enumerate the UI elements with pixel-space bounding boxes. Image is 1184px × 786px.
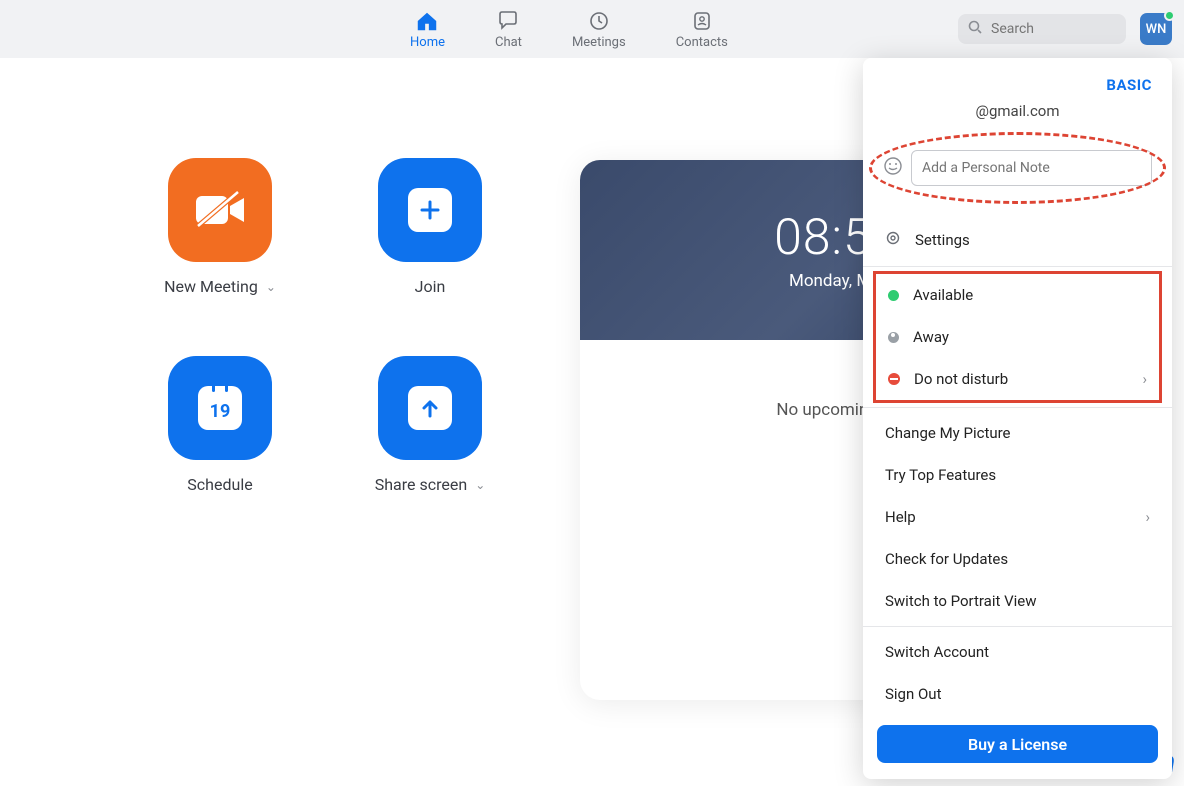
menu-check-updates[interactable]: Check for Updates xyxy=(863,538,1172,580)
tile-label: Join xyxy=(415,277,446,296)
menu-label: Try Top Features xyxy=(885,466,996,484)
menu-help[interactable]: Help › xyxy=(863,496,1172,538)
nav-tab-label: Meetings xyxy=(572,35,626,50)
tile-label: Schedule xyxy=(187,475,252,494)
tile-label-row: Share screen ⌄ xyxy=(375,475,486,494)
nav-tabs: Home Chat Meetings Contacts xyxy=(410,9,728,50)
search-icon xyxy=(968,20,983,39)
calendar-icon: 19 xyxy=(168,356,272,460)
annotation-status-box: Available Away Do not disturb › xyxy=(873,271,1162,403)
top-bar: Home Chat Meetings Contacts WN xyxy=(0,0,1184,58)
nav-tab-contacts[interactable]: Contacts xyxy=(676,9,728,50)
menu-switch-account[interactable]: Switch Account xyxy=(863,631,1172,673)
search-input[interactable] xyxy=(991,21,1116,37)
tile-new-meeting[interactable]: New Meeting ⌄ xyxy=(130,158,310,296)
tile-label-row: New Meeting ⌄ xyxy=(164,277,276,296)
chevron-down-icon[interactable]: ⌄ xyxy=(475,478,485,492)
chevron-right-icon: › xyxy=(1145,508,1150,526)
menu-label: Sign Out xyxy=(885,685,941,703)
separator xyxy=(863,407,1172,408)
menu-try-top[interactable]: Try Top Features xyxy=(863,454,1172,496)
buy-license-button[interactable]: Buy a License xyxy=(877,725,1158,763)
menu-label: Do not disturb xyxy=(914,370,1008,388)
nav-tab-label: Contacts xyxy=(676,35,728,50)
menu-settings[interactable]: Settings xyxy=(863,218,1172,262)
status-away[interactable]: Away xyxy=(876,316,1159,358)
tile-join[interactable]: Join xyxy=(340,158,520,296)
menu-label: Settings xyxy=(915,231,970,249)
chat-icon xyxy=(496,9,520,33)
tile-share-screen[interactable]: Share screen ⌄ xyxy=(340,356,520,494)
home-icon xyxy=(415,9,439,33)
chevron-down-icon[interactable]: ⌄ xyxy=(266,280,276,294)
menu-sign-out[interactable]: Sign Out xyxy=(863,673,1172,715)
tile-label: New Meeting xyxy=(164,277,258,296)
menu-label: Switch to Portrait View xyxy=(885,592,1037,610)
avatar-initials: WN xyxy=(1146,22,1167,37)
menu-label: Available xyxy=(913,286,973,304)
status-dot-green-icon xyxy=(888,290,899,301)
menu-label: Switch Account xyxy=(885,643,989,661)
account-tier-badge: BASIC xyxy=(863,76,1172,102)
contacts-icon xyxy=(690,9,714,33)
personal-note-row xyxy=(877,138,1158,198)
chevron-right-icon: › xyxy=(1142,370,1147,388)
nav-tab-home[interactable]: Home xyxy=(410,9,445,50)
profile-dropdown: BASIC @gmail.com Settings Available Away… xyxy=(863,58,1172,779)
menu-switch-portrait[interactable]: Switch to Portrait View xyxy=(863,580,1172,622)
smiley-icon[interactable] xyxy=(883,156,903,180)
clock-icon xyxy=(587,9,611,33)
tile-label: Share screen xyxy=(375,475,467,494)
status-dnd[interactable]: Do not disturb › xyxy=(876,358,1159,400)
status-indicator-icon xyxy=(1164,10,1175,21)
action-tiles: New Meeting ⌄ Join 19 Schedule xyxy=(130,158,520,494)
nav-tab-label: Home xyxy=(410,35,445,50)
nav-tab-chat[interactable]: Chat xyxy=(495,9,522,50)
gear-icon xyxy=(885,230,901,250)
separator xyxy=(863,266,1172,267)
video-icon xyxy=(168,158,272,262)
personal-note-input[interactable] xyxy=(911,150,1152,186)
share-icon xyxy=(378,356,482,460)
menu-label: Change My Picture xyxy=(885,424,1011,442)
status-available[interactable]: Available xyxy=(876,274,1159,316)
menu-label: Check for Updates xyxy=(885,550,1008,568)
status-dot-dnd-icon xyxy=(888,373,900,385)
separator xyxy=(863,626,1172,627)
menu-label: Away xyxy=(913,328,949,346)
avatar[interactable]: WN xyxy=(1140,13,1172,45)
status-dot-away-icon xyxy=(888,332,899,343)
menu-change-picture[interactable]: Change My Picture xyxy=(863,412,1172,454)
join-icon xyxy=(378,158,482,262)
account-email: @gmail.com xyxy=(863,102,1172,138)
menu-label: Help xyxy=(885,508,916,526)
nav-tab-label: Chat xyxy=(495,35,522,50)
search-input-wrap[interactable] xyxy=(958,14,1126,44)
tile-schedule[interactable]: 19 Schedule xyxy=(130,356,310,494)
nav-tab-meetings[interactable]: Meetings xyxy=(572,9,626,50)
